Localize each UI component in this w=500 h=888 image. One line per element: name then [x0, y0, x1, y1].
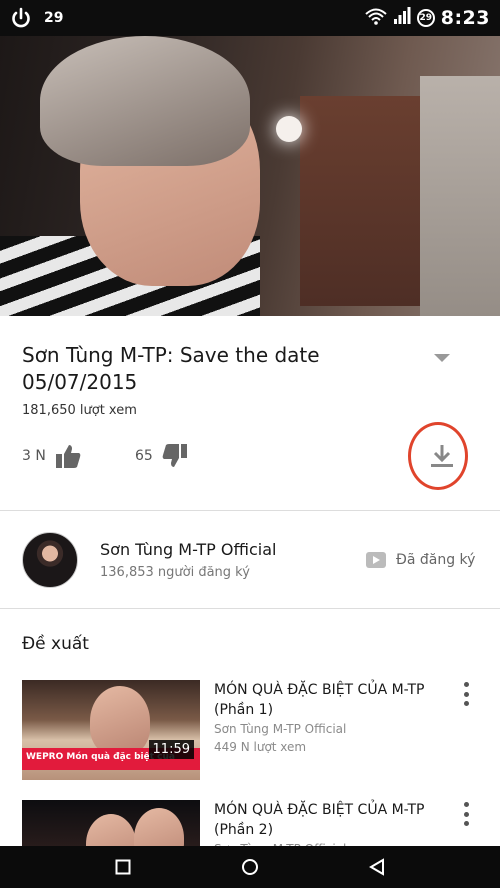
list-item[interactable]: WEPRO Món quà đặc biệt của 11:59 MÓN QUÀ…: [0, 680, 500, 790]
subscribe-label: Đã đăng ký: [396, 552, 476, 568]
video-frame-hair: [40, 36, 250, 166]
signal-icon: [393, 7, 411, 29]
video-info: Sơn Tùng M-TP: Save the date 05/07/2015 …: [0, 316, 500, 510]
avatar[interactable]: [22, 532, 78, 588]
notification-badge-icon: 29: [416, 9, 435, 27]
dislike-button[interactable]: 65: [135, 442, 189, 470]
video-player[interactable]: [0, 36, 500, 316]
more-options-icon[interactable]: [460, 802, 472, 826]
video-title: Sơn Tùng M-TP: Save the date 05/07/2015: [22, 343, 320, 394]
section-title: Đề xuất: [22, 634, 89, 654]
more-options-icon[interactable]: [460, 682, 472, 706]
status-bar: 29 29 8:23: [0, 0, 500, 36]
divider: [0, 608, 500, 609]
video-title[interactable]: MÓN QUÀ ĐẶC BIỆT CỦA M-TP (Phần 1): [214, 680, 446, 720]
thumbs-up-icon: [54, 442, 82, 470]
home-icon[interactable]: [235, 852, 265, 882]
power-icon: [10, 7, 32, 29]
subscribe-button[interactable]: Đã đăng ký: [366, 552, 475, 568]
thumbs-down-icon: [161, 442, 189, 470]
divider: [0, 510, 500, 511]
like-button[interactable]: 3 N: [22, 442, 82, 470]
clock: 8:23: [440, 7, 490, 29]
dislike-count: 65: [135, 448, 153, 464]
duration-badge: 11:59: [148, 740, 194, 759]
view-count: 449 N lượt xem: [214, 740, 307, 754]
back-icon[interactable]: [362, 852, 392, 882]
video-frame-light: [276, 116, 302, 142]
view-count: 181,650 lượt xem: [22, 403, 137, 418]
wifi-icon: [365, 7, 387, 29]
youtube-play-icon: [366, 552, 386, 568]
video-frame-background-right: [420, 76, 500, 316]
subscriber-count: 136,853 người đăng ký: [100, 565, 250, 580]
video-thumbnail[interactable]: WEPRO Món quà đặc biệt của 11:59: [22, 680, 200, 780]
thumbnail-person: [90, 686, 150, 756]
video-frame-background: [300, 96, 420, 306]
expand-chevron-icon[interactable]: [434, 354, 450, 362]
navigation-bar: [0, 846, 500, 888]
download-icon[interactable]: [428, 442, 456, 470]
channel-row[interactable]: Sơn Tùng M-TP Official 136,853 người đăn…: [0, 512, 500, 608]
like-count: 3 N: [22, 448, 46, 464]
video-title[interactable]: MÓN QUÀ ĐẶC BIỆT CỦA M-TP (Phần 2): [214, 800, 446, 840]
channel-name: Sơn Tùng M-TP Official: [214, 722, 347, 736]
channel-name[interactable]: Sơn Tùng M-TP Official: [100, 540, 276, 559]
notification-count: 29: [44, 10, 64, 26]
recent-apps-icon[interactable]: [108, 852, 138, 882]
